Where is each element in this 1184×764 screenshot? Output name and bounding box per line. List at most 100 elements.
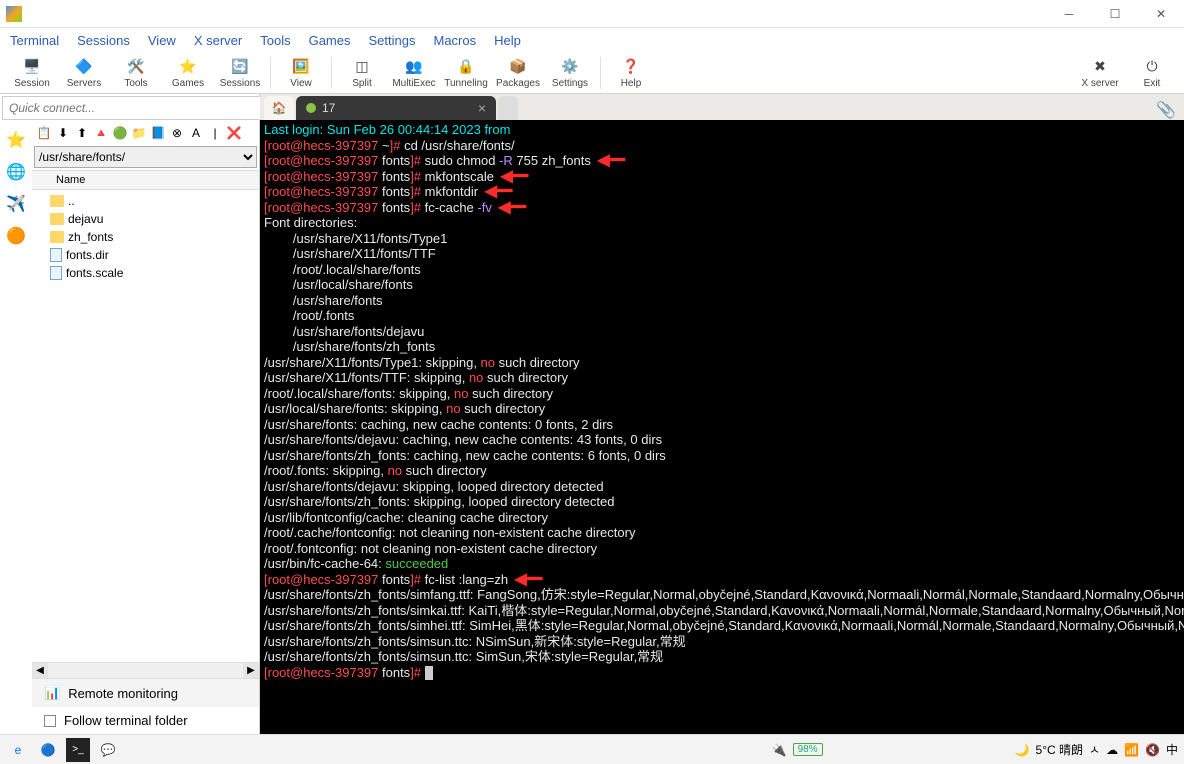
- menu-terminal[interactable]: Terminal: [10, 33, 59, 48]
- terminal-line: Font directories:: [264, 215, 1180, 231]
- tab-session-active[interactable]: 17 ×: [296, 96, 496, 120]
- tool-sessions-button[interactable]: 🔄Sessions: [216, 57, 264, 89]
- wechat-icon[interactable]: 💬: [96, 738, 120, 762]
- packages-icon: 📦: [508, 57, 528, 77]
- browser-icon[interactable]: 🔵: [36, 738, 60, 762]
- settings-icon: ⚙️: [560, 57, 580, 77]
- sidebar-tab-0[interactable]: ⭐: [6, 130, 26, 150]
- mini-button-8[interactable]: A: [188, 125, 204, 141]
- session-icon: 🖥️: [22, 57, 42, 77]
- terminal-line: /root/.local/share/fonts: [264, 262, 1180, 278]
- onedrive-icon[interactable]: ☁: [1106, 743, 1118, 757]
- terminal-line: [root@hecs-397397 fonts]# mkfontdir ◀━━: [264, 184, 1180, 200]
- tool-games-button[interactable]: ⭐Games: [164, 57, 212, 89]
- tool-session-button[interactable]: 🖥️Session: [8, 57, 56, 89]
- terminal-line: /root/.fonts: skipping, no such director…: [264, 463, 1180, 479]
- menu-view[interactable]: View: [148, 33, 176, 48]
- tool-settings-button[interactable]: ⚙️Settings: [546, 57, 594, 89]
- menu-xserver[interactable]: X server: [194, 33, 242, 48]
- maximize-button[interactable]: ☐: [1092, 0, 1138, 28]
- menu-games[interactable]: Games: [309, 33, 351, 48]
- mini-button-2[interactable]: ⬆: [74, 125, 90, 141]
- terminal-line: /usr/local/share/fonts: skipping, no suc…: [264, 401, 1180, 417]
- path-select[interactable]: /usr/share/fonts/: [34, 146, 257, 168]
- ime-icon[interactable]: 中: [1166, 741, 1178, 758]
- sidebar-tab-1[interactable]: 🌐: [6, 162, 26, 182]
- titlebar: ─ ☐ ✕: [0, 0, 1184, 28]
- tab-overflow[interactable]: [498, 96, 518, 120]
- terminal[interactable]: Last login: Sun Feb 26 00:44:14 2023 fro…: [260, 120, 1184, 734]
- terminal-line: Last login: Sun Feb 26 00:44:14 2023 fro…: [264, 122, 1180, 138]
- tool-split-button[interactable]: ◫Split: [338, 57, 386, 89]
- tool-servers-button[interactable]: 🔷Servers: [60, 57, 108, 89]
- taskbar: e 🔵 >_ 💬 🔌 98% 🌙 5°C 晴朗 ㅅ ☁ 📶 🔇 中: [0, 734, 1184, 764]
- annotation-arrow-icon: ◀━━: [482, 184, 510, 200]
- menu-macros[interactable]: Macros: [433, 33, 476, 48]
- mini-button-7[interactable]: ⊗: [169, 125, 185, 141]
- tool-help-button[interactable]: ❓Help: [607, 57, 655, 89]
- edge-icon[interactable]: e: [6, 738, 30, 762]
- terminal-line: /usr/share/X11/fonts/Type1: [264, 231, 1180, 247]
- folder-icon: [50, 213, 64, 225]
- terminal-line: /usr/share/fonts/dejavu: caching, new ca…: [264, 432, 1180, 448]
- file-header-name[interactable]: Name: [32, 170, 259, 190]
- terminal-task-icon[interactable]: >_: [66, 738, 90, 762]
- mini-button-9[interactable]: |: [207, 125, 223, 141]
- annotation-arrow-icon: ◀━━: [512, 572, 540, 588]
- file-row[interactable]: zh_fonts: [36, 228, 255, 246]
- file-row[interactable]: dejavu: [36, 210, 255, 228]
- terminal-line: /usr/bin/fc-cache-64: succeeded: [264, 556, 1180, 572]
- tab-close-button[interactable]: ×: [478, 100, 486, 116]
- folder-icon: [50, 195, 64, 207]
- weather-text[interactable]: 5°C 晴朗: [1036, 741, 1083, 758]
- hscroll[interactable]: ◀▶: [32, 662, 259, 678]
- mini-button-3[interactable]: 🔺: [93, 125, 109, 141]
- minimize-button[interactable]: ─: [1046, 0, 1092, 28]
- tool-packages-button[interactable]: 📦Packages: [494, 57, 542, 89]
- help-icon: ❓: [621, 57, 641, 77]
- file-list[interactable]: ..dejavuzh_fontsfonts.dirfonts.scale: [32, 190, 259, 662]
- terminal-line: /usr/share/fonts/zh_fonts/simsun.ttc: NS…: [264, 634, 1180, 650]
- tool-multiexec-button[interactable]: 👥MultiExec: [390, 57, 438, 89]
- menu-help[interactable]: Help: [494, 33, 521, 48]
- tool-x server-button[interactable]: ✖X server: [1076, 57, 1124, 89]
- file-row[interactable]: ..: [36, 192, 255, 210]
- mini-button-10[interactable]: ❌: [226, 125, 242, 141]
- follow-terminal-checkbox[interactable]: Follow terminal folder: [32, 707, 259, 734]
- mini-button-5[interactable]: 📁: [131, 125, 147, 141]
- menu-sessions[interactable]: Sessions: [77, 33, 130, 48]
- quick-connect-input[interactable]: [2, 96, 261, 120]
- terminal-line: /usr/lib/fontconfig/cache: cleaning cach…: [264, 510, 1180, 526]
- terminal-line: /root/.cache/fontconfig: not cleaning no…: [264, 525, 1180, 541]
- file-row[interactable]: fonts.dir: [36, 246, 255, 264]
- wifi-icon[interactable]: 📶: [1124, 743, 1139, 757]
- sidebar-tab-2[interactable]: ✈️: [6, 194, 26, 214]
- mini-button-6[interactable]: 📘: [150, 125, 166, 141]
- close-button[interactable]: ✕: [1138, 0, 1184, 28]
- terminal-line: /usr/share/fonts/dejavu: [264, 324, 1180, 340]
- mini-button-4[interactable]: 🟢: [112, 125, 128, 141]
- attach-icon[interactable]: 📎: [1156, 100, 1176, 120]
- mini-button-0[interactable]: 📋: [36, 125, 52, 141]
- file-row[interactable]: fonts.scale: [36, 264, 255, 282]
- terminal-line: /usr/local/share/fonts: [264, 277, 1180, 293]
- tool-tools-button[interactable]: 🛠️Tools: [112, 57, 160, 89]
- terminal-line: /usr/share/fonts/zh_fonts/simkai.ttf: Ka…: [264, 603, 1180, 619]
- tool-tunneling-button[interactable]: 🔒Tunneling: [442, 57, 490, 89]
- x server-icon: ✖: [1090, 57, 1110, 77]
- menu-settings[interactable]: Settings: [369, 33, 416, 48]
- menubar: Terminal Sessions View X server Tools Ga…: [0, 28, 1184, 52]
- menu-tools[interactable]: Tools: [260, 33, 290, 48]
- mini-button-1[interactable]: ⬇: [55, 125, 71, 141]
- terminal-line: /root/.fonts: [264, 308, 1180, 324]
- tab-home[interactable]: 🏠: [264, 96, 294, 120]
- remote-monitoring-button[interactable]: 📊 Remote monitoring: [32, 679, 259, 707]
- sound-icon[interactable]: 🔇: [1145, 743, 1160, 757]
- weather-icon: 🌙: [1015, 743, 1030, 757]
- tabstrip: 🏠 17 × 📎: [260, 94, 1184, 120]
- tray-up-icon[interactable]: ㅅ: [1089, 741, 1100, 758]
- sidebar-tab-3[interactable]: 🟠: [6, 226, 26, 246]
- tool-exit-button[interactable]: ⏻Exit: [1128, 57, 1176, 89]
- annotation-arrow-icon: ◀━━: [496, 200, 524, 216]
- tool-view-button[interactable]: 🖼️View: [277, 57, 325, 89]
